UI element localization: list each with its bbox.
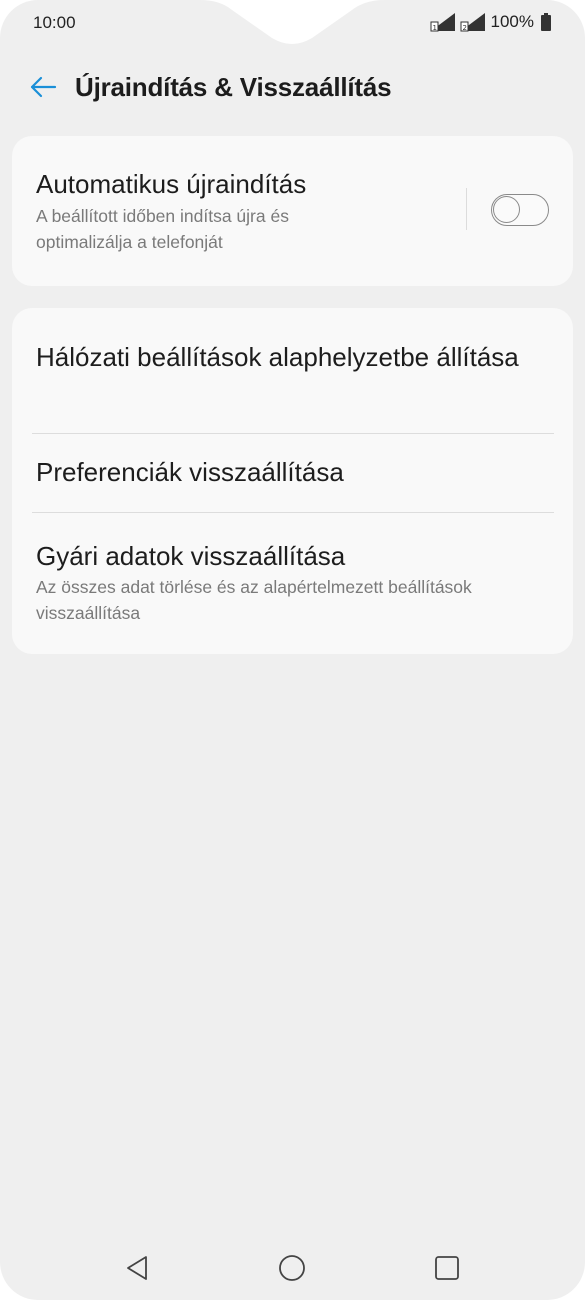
auto-restart-row[interactable]: Automatikus újraindítás A beállított idő… [12, 136, 573, 286]
reset-options-card: Hálózati beállítások alaphelyzetbe állít… [12, 308, 573, 654]
preferences-reset-title: Preferenciák visszaállítása [36, 457, 344, 487]
signal-sim1-icon: 1 [430, 13, 455, 32]
auto-restart-card: Automatikus újraindítás A beállított idő… [12, 136, 573, 286]
nav-back-button[interactable] [117, 1248, 157, 1288]
page-title: Újraindítás & Visszaállítás [75, 72, 392, 102]
factory-reset-row[interactable]: Gyári adatok visszaállítása Az összes ad… [12, 513, 573, 654]
arrow-left-icon [30, 76, 57, 98]
svg-text:1: 1 [432, 24, 436, 32]
toggle-knob [493, 196, 520, 223]
network-reset-row[interactable]: Hálózati beállítások alaphelyzetbe állít… [12, 308, 573, 434]
preferences-reset-row[interactable]: Preferenciák visszaállítása [12, 434, 573, 512]
square-recents-icon [435, 1256, 459, 1280]
nav-home-button[interactable] [272, 1248, 312, 1288]
nav-recents-button[interactable] [427, 1248, 467, 1288]
triangle-back-icon [127, 1256, 147, 1280]
vertical-divider [466, 188, 467, 230]
auto-restart-toggle[interactable] [491, 194, 549, 226]
auto-restart-subtitle: A beállított időben indítsa újra és opti… [36, 206, 289, 252]
phone-screen: 10:00 1 2 100% Újraindítás & Visszaállít… [0, 0, 585, 1300]
app-header: Újraindítás & Visszaállítás [0, 58, 585, 114]
circle-home-icon [279, 1255, 305, 1281]
status-bar: 10:00 1 2 100% [0, 0, 585, 46]
status-icons: 1 2 100% [429, 12, 551, 32]
status-time: 10:00 [33, 13, 76, 32]
signal-sim2-icon: 2 [460, 13, 485, 32]
display-notch [200, 0, 385, 44]
back-button[interactable] [26, 70, 60, 104]
factory-reset-title: Gyári adatok visszaállítása [36, 541, 346, 571]
navigation-bar [0, 1230, 585, 1300]
auto-restart-title: Automatikus újraindítás [36, 169, 307, 199]
battery-percent: 100% [490, 12, 534, 31]
battery-full-icon [541, 13, 551, 31]
factory-reset-subtitle: Az összes adat törlése és az alapértelme… [36, 577, 472, 623]
svg-text:2: 2 [462, 24, 466, 32]
network-reset-title: Hálózati beállítások alaphelyzetbe állít… [36, 342, 519, 372]
